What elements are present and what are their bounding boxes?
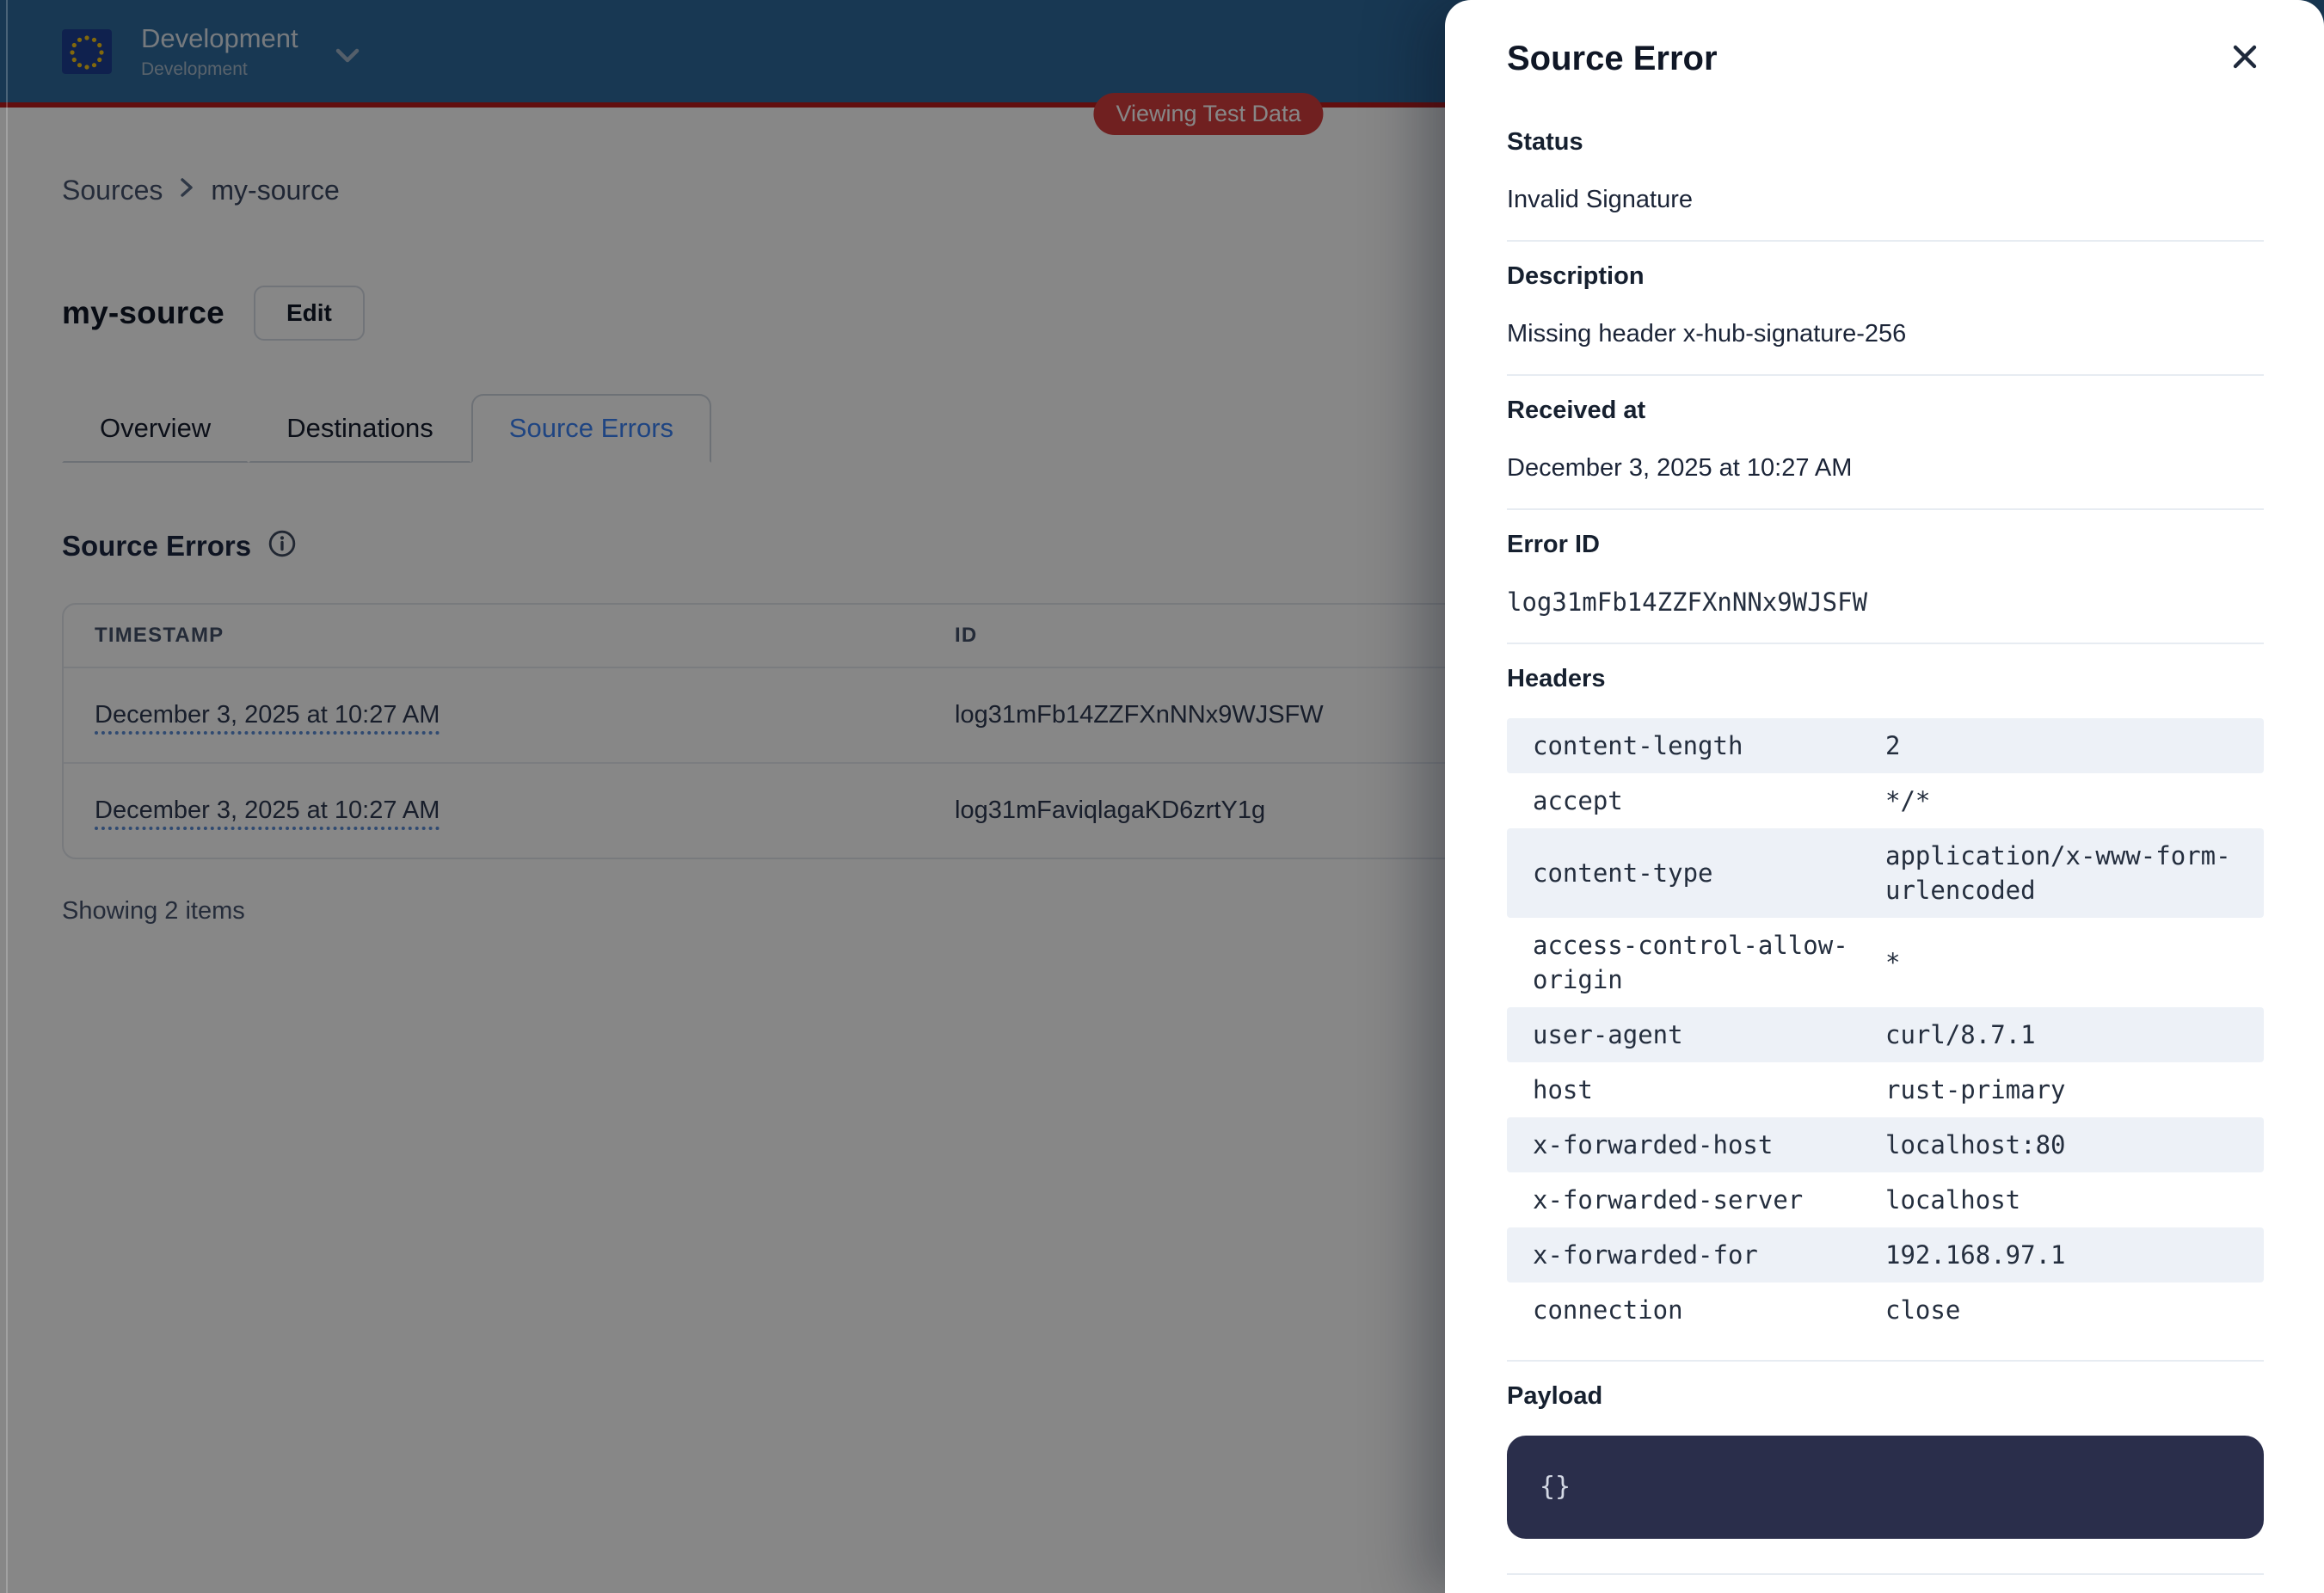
source-error-drawer: Source Error Status Invalid Signature Desc…	[1445, 0, 2324, 1593]
headers-section: Headers content-length2accept*/*content-…	[1507, 644, 2264, 1362]
field-label: Description	[1507, 261, 2264, 292]
drawer-title: Source Error	[1507, 40, 1718, 78]
field-label: Payload	[1507, 1381, 2264, 1412]
page-left-edge	[6, 0, 8, 1593]
field-value: December 3, 2025 at 10:27 AM	[1507, 450, 2264, 486]
header-value: localhost:80	[1885, 1128, 2238, 1162]
close-icon[interactable]	[2219, 31, 2271, 85]
header-row: hostrust-primary	[1507, 1062, 2264, 1117]
header-value: curl/8.7.1	[1885, 1018, 2238, 1052]
field-value: Invalid Signature	[1507, 181, 2264, 218]
header-value: */*	[1885, 784, 2238, 818]
headers-table: content-length2accept*/*content-typeappl…	[1507, 718, 2264, 1338]
header-value: 2	[1885, 729, 2238, 763]
header-value: localhost	[1885, 1183, 2238, 1217]
drawer-field: Error ID log31mFb14ZZFXnNNx9WJSFW	[1507, 510, 2264, 644]
header-key: user-agent	[1533, 1018, 1877, 1052]
header-value: close	[1885, 1293, 2238, 1327]
payload-code-block: {}	[1507, 1436, 2264, 1539]
header-key: connection	[1533, 1293, 1877, 1327]
header-key: content-type	[1533, 856, 1877, 890]
drawer-field: Description Missing header x-hub-signatur…	[1507, 242, 2264, 376]
field-label: Status	[1507, 126, 2264, 157]
header-row: user-agentcurl/8.7.1	[1507, 1007, 2264, 1062]
header-key: x-forwarded-host	[1533, 1128, 1877, 1162]
header-row: content-length2	[1507, 718, 2264, 773]
field-label: Headers	[1507, 663, 2264, 694]
drawer-field: Received at December 3, 2025 at 10:27 AM	[1507, 376, 2264, 510]
field-value: Missing header x-hub-signature-256	[1507, 316, 2264, 352]
payload-section: Payload {}	[1507, 1362, 2264, 1575]
header-row: accept*/*	[1507, 773, 2264, 828]
header-value: *	[1885, 945, 2238, 980]
header-row: x-forwarded-for192.168.97.1	[1507, 1227, 2264, 1282]
header-row: x-forwarded-hostlocalhost:80	[1507, 1117, 2264, 1172]
header-key: x-forwarded-server	[1533, 1183, 1877, 1217]
header-row: access-control-allow-origin*	[1507, 918, 2264, 1007]
header-key: content-length	[1533, 729, 1877, 763]
header-value: application/x-www-form-urlencoded	[1885, 839, 2238, 907]
header-value: rust-primary	[1885, 1073, 2238, 1107]
header-key: access-control-allow-origin	[1533, 928, 1877, 997]
field-label: Received at	[1507, 395, 2264, 426]
field-value: log31mFb14ZZFXnNNx9WJSFW	[1507, 584, 2264, 620]
field-label: Error ID	[1507, 529, 2264, 560]
header-row: content-typeapplication/x-www-form-urlen…	[1507, 828, 2264, 918]
drawer-fields: Status Invalid Signature Description Missin…	[1507, 108, 2264, 644]
header-key: host	[1533, 1073, 1877, 1107]
header-key: x-forwarded-for	[1533, 1238, 1877, 1272]
header-row: connectionclose	[1507, 1282, 2264, 1338]
header-row: x-forwarded-serverlocalhost	[1507, 1172, 2264, 1227]
drawer-field: Status Invalid Signature	[1507, 108, 2264, 242]
header-value: 192.168.97.1	[1885, 1238, 2238, 1272]
header-key: accept	[1533, 784, 1877, 818]
